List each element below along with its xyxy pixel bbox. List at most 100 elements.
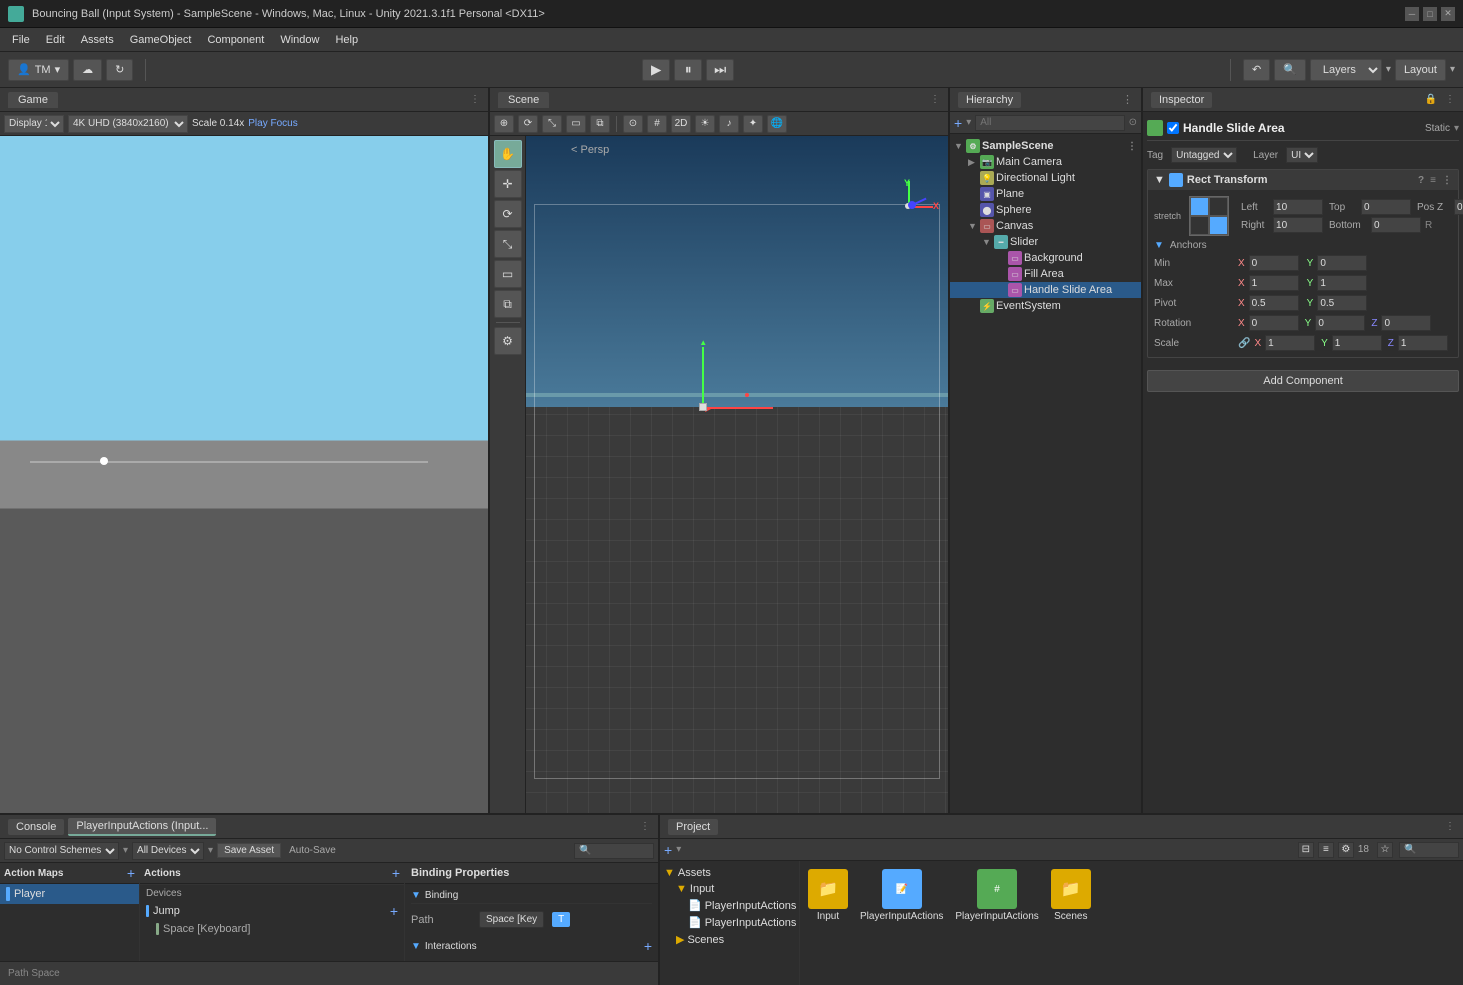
scene-tab-label[interactable]: Scene <box>498 92 549 108</box>
display-select[interactable]: Display 1 <box>4 115 64 133</box>
collab-button[interactable]: ↻ <box>106 59 133 81</box>
path-value[interactable]: Space [Key <box>479 911 544 928</box>
scene-options-btn[interactable]: ⋮ <box>1127 141 1137 152</box>
project-filter-btn[interactable]: ⚙ <box>1338 842 1354 858</box>
scene-tool-rotate[interactable]: ⟳ <box>518 115 538 133</box>
menu-edit[interactable]: Edit <box>38 32 73 48</box>
project-dropdown[interactable]: ▾ <box>676 844 681 855</box>
scale-x-input[interactable] <box>1265 335 1315 351</box>
menu-window[interactable]: Window <box>272 32 327 48</box>
add-action-map-button[interactable]: + <box>127 865 135 881</box>
project-bookmark-btn[interactable]: ☆ <box>1377 842 1393 858</box>
menu-assets[interactable]: Assets <box>73 32 122 48</box>
scale-y-input[interactable] <box>1332 335 1382 351</box>
link-icon[interactable]: 🔗 <box>1238 338 1250 349</box>
minimize-button[interactable]: ─ <box>1405 7 1419 21</box>
tree-item-background[interactable]: ▭ Background <box>950 250 1141 266</box>
max-y-input[interactable] <box>1317 275 1367 291</box>
rot-y-input[interactable] <box>1315 315 1365 331</box>
scene-tool-move[interactable]: ⊕ <box>494 115 514 133</box>
playerinput-folder-2[interactable]: 📄 PlayerInputActions <box>664 914 795 931</box>
hierarchy-tab-label[interactable]: Hierarchy <box>958 92 1021 108</box>
scene-tool-transform[interactable]: ⧉ <box>590 115 610 133</box>
cloud-button[interactable]: ☁ <box>73 59 102 81</box>
scenes-file[interactable]: 📁 Scenes <box>1047 865 1095 926</box>
left-input[interactable] <box>1273 199 1323 215</box>
bottom-input[interactable] <box>1371 217 1421 233</box>
step-button[interactable]: ⏭ <box>706 59 734 81</box>
rot-z-input[interactable] <box>1381 315 1431 331</box>
anchor-widget[interactable] <box>1189 196 1229 236</box>
tree-item-eventsystem[interactable]: ⚡ EventSystem <box>950 298 1141 314</box>
scene-fx-btn[interactable]: ✦ <box>743 115 763 133</box>
scene-options-icon[interactable]: ⋮ <box>930 94 940 105</box>
resolution-select[interactable]: 4K UHD (3840x2160) <box>68 115 188 133</box>
min-x-input[interactable] <box>1249 255 1299 271</box>
scene-skybox-btn[interactable]: 🌐 <box>767 115 787 133</box>
layout-button[interactable]: Layout <box>1395 59 1446 81</box>
hierarchy-add-button[interactable]: + <box>954 115 962 131</box>
rect-tool[interactable]: ▭ <box>494 260 522 288</box>
game-options-icon[interactable]: ⋮ <box>470 94 480 105</box>
layer-select[interactable]: UI <box>1286 147 1318 163</box>
rotate-tool[interactable]: ⟳ <box>494 200 522 228</box>
console-options-icon[interactable]: ⋮ <box>640 821 650 832</box>
devices-dropdown[interactable]: ▾ <box>208 845 213 856</box>
rect-transform-header[interactable]: ▼ Rect Transform ? ≡ ⋮ <box>1148 170 1458 190</box>
tree-item-fillarea[interactable]: ▭ Fill Area <box>950 266 1141 282</box>
menu-component[interactable]: Component <box>199 32 272 48</box>
rect-settings-icon[interactable]: ≡ <box>1430 175 1436 186</box>
play-button[interactable]: ▶ <box>642 59 670 81</box>
tree-item-plane[interactable]: ▣ Plane <box>950 186 1141 202</box>
search-button[interactable]: 🔍 <box>1274 59 1306 81</box>
scene-2d-btn[interactable]: 2D <box>671 115 691 133</box>
max-x-input[interactable] <box>1249 275 1299 291</box>
tree-item-handleslide[interactable]: ▭ Handle Slide Area <box>950 282 1141 298</box>
project-list-btn[interactable]: ≡ <box>1318 842 1334 858</box>
input-search[interactable] <box>574 843 654 859</box>
pivot-x-input[interactable] <box>1249 295 1299 311</box>
layers-dropdown[interactable]: Layers <box>1310 59 1382 81</box>
menu-gameobject[interactable]: GameObject <box>122 32 200 48</box>
tree-item-sphere[interactable]: ⬤ Sphere <box>950 202 1141 218</box>
project-options-icon[interactable]: ⋮ <box>1445 821 1455 832</box>
input-folder-file[interactable]: 📁 Input <box>804 865 852 926</box>
menu-help[interactable]: Help <box>327 32 366 48</box>
add-action-button[interactable]: + <box>392 865 400 881</box>
hierarchy-search[interactable] <box>975 115 1124 131</box>
project-icons-btn[interactable]: ⊟ <box>1298 842 1314 858</box>
rect-info-icon[interactable]: ? <box>1418 175 1424 186</box>
hierarchy-search-options[interactable]: ⊙ <box>1129 117 1137 128</box>
undo-button[interactable]: ↶ <box>1243 59 1270 81</box>
hand-tool[interactable]: ✋ <box>494 140 522 168</box>
scene-grid-btn[interactable]: # <box>647 115 667 133</box>
r-icon[interactable]: R <box>1425 220 1432 231</box>
scale-z-input[interactable] <box>1398 335 1448 351</box>
scene-light-btn[interactable]: ☀ <box>695 115 715 133</box>
interactions-expand[interactable]: ▼ <box>411 941 421 952</box>
custom-tool[interactable]: ⚙ <box>494 327 522 355</box>
slider-handle[interactable] <box>100 457 108 465</box>
scheme-dropdown[interactable]: ▾ <box>123 845 128 856</box>
scale-tool[interactable]: ⤡ <box>494 230 522 258</box>
account-button[interactable]: 👤 TM ▾ <box>8 59 69 81</box>
min-y-input[interactable] <box>1317 255 1367 271</box>
project-tab-label[interactable]: Project <box>668 819 718 835</box>
space-keyboard-item[interactable]: Space [Keyboard] <box>140 921 404 937</box>
player-map-item[interactable]: Player <box>0 884 139 904</box>
tree-item-samplescene[interactable]: ▼ ⚙ SampleScene ⋮ <box>950 138 1141 154</box>
tree-item-slider[interactable]: ▼ ━ Slider <box>950 234 1141 250</box>
rect-more-icon[interactable]: ⋮ <box>1442 175 1452 186</box>
inspector-lock-icon[interactable]: 🔒 <box>1425 94 1437 105</box>
close-button[interactable]: ✕ <box>1441 7 1455 21</box>
tree-item-dirlight[interactable]: 💡 Directional Light <box>950 170 1141 186</box>
top-input[interactable] <box>1361 199 1411 215</box>
playerinput-file[interactable]: 📝 PlayerInputActions <box>856 865 947 926</box>
tree-item-maincamera[interactable]: ▶ 📷 Main Camera <box>950 154 1141 170</box>
devices-select[interactable]: All Devices <box>132 842 204 860</box>
playerinput-file-2[interactable]: # PlayerInputActions <box>951 865 1042 926</box>
posz-input[interactable] <box>1454 199 1463 215</box>
active-checkbox[interactable] <box>1167 122 1179 134</box>
scene-tool-scale[interactable]: ⤡ <box>542 115 562 133</box>
maximize-button[interactable]: □ <box>1423 7 1437 21</box>
